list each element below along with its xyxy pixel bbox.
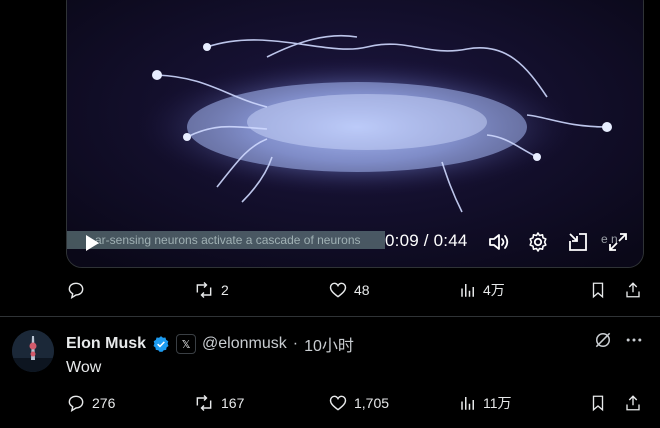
- share-icon: [626, 395, 640, 411]
- tweet-actions: 276 167 1,705 11万: [66, 393, 646, 417]
- verified-icon: [153, 336, 169, 353]
- repost-count: 167: [221, 395, 245, 411]
- heart-icon: [329, 282, 347, 298]
- share-button[interactable]: [624, 280, 642, 300]
- author-name[interactable]: Elon Musk: [66, 335, 146, 353]
- grok-icon[interactable]: [593, 330, 613, 350]
- affiliation-badge[interactable]: 𝕏: [176, 334, 197, 354]
- avatar[interactable]: [12, 330, 54, 372]
- more-icon[interactable]: [624, 330, 644, 350]
- views-icon: [461, 397, 474, 410]
- repost-icon: [196, 281, 212, 299]
- bookmark-icon: [592, 282, 604, 299]
- bookmark-button[interactable]: [589, 393, 607, 413]
- tweet-header: Elon Musk 𝕏 @elonmusk · 10小时: [66, 332, 354, 356]
- views-button[interactable]: 4万: [459, 280, 505, 300]
- video-time: 0:09 / 0:44: [385, 231, 468, 250]
- views-button[interactable]: 11万: [459, 393, 512, 413]
- fullscreen-icon[interactable]: [606, 230, 630, 254]
- repost-button[interactable]: 2: [193, 280, 229, 300]
- like-count: 1,705: [354, 395, 390, 411]
- views-count: 11万: [483, 395, 512, 411]
- bookmark-button[interactable]: [589, 280, 607, 300]
- like-button[interactable]: 48: [328, 280, 370, 300]
- volume-icon[interactable]: [487, 230, 511, 254]
- like-count: 48: [354, 282, 370, 298]
- share-icon: [626, 282, 640, 298]
- bookmark-icon: [592, 395, 604, 412]
- reply-button[interactable]: [66, 280, 92, 300]
- avatar-image: [12, 330, 54, 372]
- share-button[interactable]: [624, 393, 642, 413]
- play-icon[interactable]: [81, 232, 103, 254]
- repost-icon: [196, 394, 212, 412]
- repost-button[interactable]: 167: [193, 393, 244, 413]
- reply-icon: [68, 395, 84, 412]
- like-button[interactable]: 1,705: [328, 393, 389, 413]
- author-handle[interactable]: @elonmusk: [202, 335, 287, 353]
- settings-icon[interactable]: [526, 230, 550, 254]
- tweet-divider: [0, 316, 660, 317]
- video-frame: [67, 0, 643, 267]
- heart-icon: [329, 395, 347, 411]
- tweet-actions-top: 2 48 4万: [66, 280, 646, 304]
- pip-icon[interactable]: [566, 230, 590, 254]
- views-count: 4万: [483, 282, 505, 298]
- repost-count: 2: [221, 282, 229, 298]
- tweet-text: Wow: [66, 359, 102, 376]
- header-separator: ·: [292, 335, 299, 352]
- tweet-time[interactable]: 10小时: [304, 332, 354, 356]
- reply-count: 276: [92, 395, 116, 411]
- video-caption: ...ar-sensing neurons activate a cascade…: [67, 231, 385, 249]
- reply-icon: [68, 282, 84, 299]
- views-icon: [461, 284, 474, 297]
- video-player[interactable]: ...ar-sensing neurons activate a cascade…: [66, 0, 644, 268]
- reply-button[interactable]: 276: [66, 393, 115, 413]
